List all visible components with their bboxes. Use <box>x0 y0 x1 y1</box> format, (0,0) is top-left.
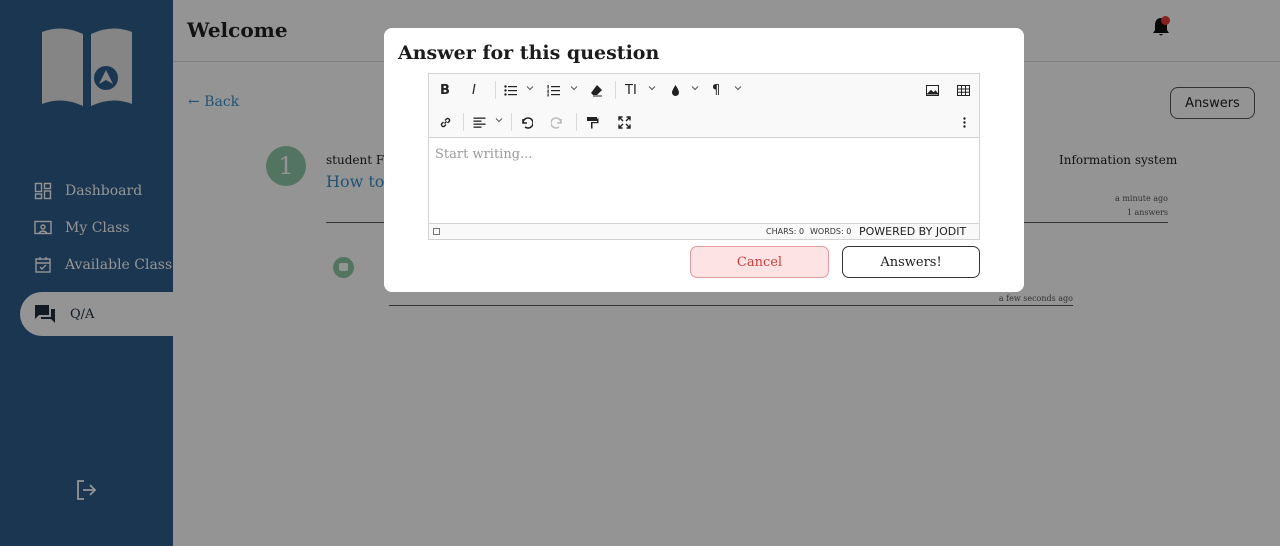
bullet-list-icon <box>504 84 517 96</box>
redo-button[interactable] <box>551 114 564 130</box>
toolbar-separator <box>576 113 577 131</box>
paragraph-button[interactable]: ¶ <box>712 82 720 98</box>
insert-link-button[interactable] <box>439 114 452 130</box>
chars-count: CHARS: 0 <box>766 227 805 236</box>
editor-toolbar-row-1: B I TI ¶ <box>429 74 979 106</box>
resize-handle-icon[interactable] <box>433 228 440 235</box>
chevron-down-icon[interactable] <box>570 84 578 92</box>
undo-button[interactable] <box>520 114 533 130</box>
paint-format-icon <box>587 116 599 128</box>
editor-text-area[interactable]: Start writing... <box>429 139 979 223</box>
drop-icon <box>672 84 679 96</box>
editor-placeholder: Start writing... <box>435 147 533 162</box>
copy-format-button[interactable] <box>586 114 599 130</box>
insert-table-button[interactable] <box>957 82 970 98</box>
answer-dialog: Answer for this question B I TI ¶ Start … <box>384 28 1024 292</box>
more-options-button[interactable] <box>958 114 971 130</box>
text-color-button[interactable] <box>669 82 682 98</box>
dialog-title: Answer for this question <box>398 42 660 64</box>
clear-format-button[interactable] <box>590 82 603 98</box>
align-left-icon <box>473 117 486 128</box>
chevron-down-icon[interactable] <box>734 84 742 92</box>
numbered-list-icon <box>547 84 560 96</box>
redo-icon <box>551 116 562 129</box>
more-vertical-icon <box>963 116 966 128</box>
chevron-down-icon[interactable] <box>691 84 699 92</box>
bullet-list-button[interactable] <box>504 82 517 98</box>
image-icon <box>926 84 939 96</box>
fullscreen-icon <box>618 115 631 129</box>
table-icon <box>957 84 970 96</box>
chevron-down-icon[interactable] <box>526 84 534 92</box>
chevron-down-icon[interactable] <box>495 116 503 124</box>
insert-image-button[interactable] <box>926 82 939 98</box>
editor-status-bar: CHARS: 0 WORDS: 0 POWERED BY JODIT <box>429 223 979 239</box>
words-count: WORDS: 0 <box>810 227 852 236</box>
chevron-down-icon[interactable] <box>648 84 656 92</box>
eraser-icon <box>591 84 602 96</box>
align-button[interactable] <box>473 114 486 130</box>
toolbar-separator <box>495 81 496 99</box>
submit-answer-button[interactable]: Answers! <box>842 246 980 278</box>
bold-button[interactable]: B <box>440 82 450 98</box>
link-icon <box>440 117 451 127</box>
powered-by-link[interactable]: POWERED BY JODIT <box>859 225 966 238</box>
undo-icon <box>522 116 533 129</box>
numbered-list-button[interactable] <box>547 82 560 98</box>
fullscreen-button[interactable] <box>618 114 631 130</box>
font-size-button[interactable]: TI <box>625 82 637 98</box>
toolbar-separator <box>463 113 464 131</box>
toolbar-separator <box>511 113 512 131</box>
toolbar-separator <box>615 81 616 99</box>
cancel-button[interactable]: Cancel <box>690 246 829 278</box>
rich-text-editor: B I TI ¶ Start writing... CHARS: 0 WORDS… <box>428 73 980 240</box>
italic-button[interactable]: I <box>472 82 476 98</box>
editor-toolbar-row-2 <box>429 106 979 138</box>
